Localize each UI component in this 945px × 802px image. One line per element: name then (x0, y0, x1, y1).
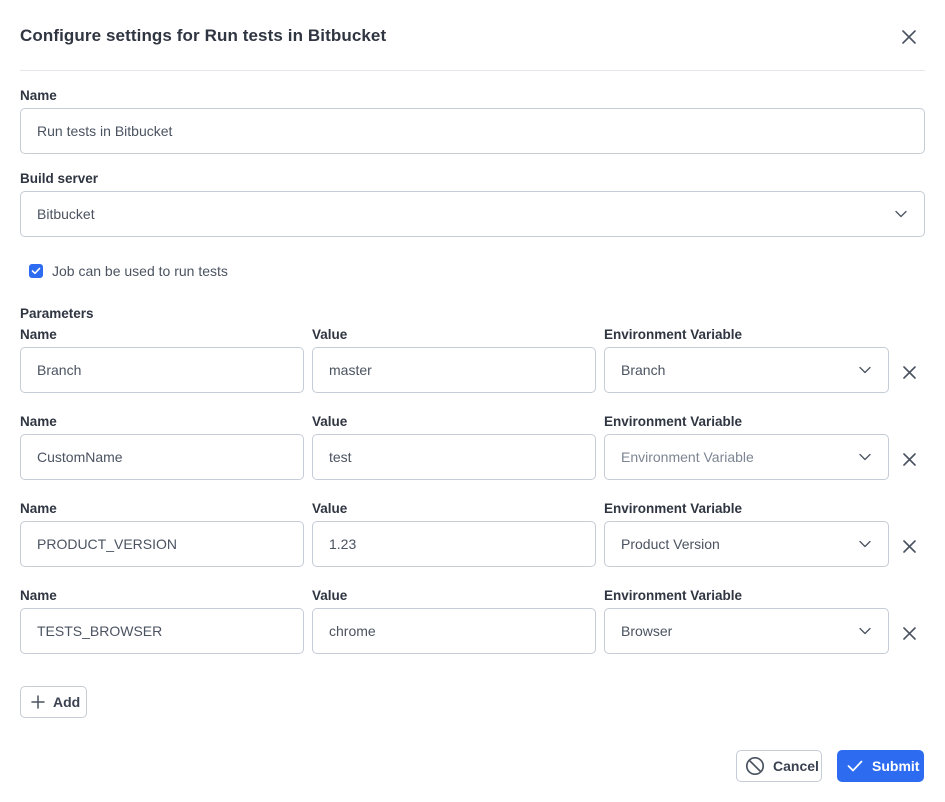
param-value-value: chrome (329, 623, 376, 639)
param-name-label: Name (20, 327, 57, 342)
param-env-select[interactable]: Browser (604, 608, 889, 654)
parameters-heading: Parameters (20, 306, 94, 321)
dialog-title: Configure settings for Run tests in Bitb… (20, 26, 387, 45)
build-server-value: Bitbucket (37, 206, 95, 222)
param-env-label: Environment Variable (604, 588, 743, 603)
submit-label: Submit (872, 758, 920, 774)
param-name-input[interactable]: TESTS_BROWSER (20, 608, 304, 654)
param-value-value: test (329, 449, 352, 465)
param-env-label: Environment Variable (604, 327, 743, 342)
configure-settings-dialog: Configure settings for Run tests in Bitb… (0, 0, 945, 802)
param-name-value: PRODUCT_VERSION (37, 536, 178, 552)
header-divider (20, 70, 925, 71)
remove-parameter-button[interactable] (899, 362, 919, 382)
close-button[interactable] (899, 27, 919, 47)
param-value-label: Value (312, 327, 348, 342)
param-name-input[interactable]: Branch (20, 347, 304, 393)
chevron-down-icon (894, 207, 908, 221)
param-env-select[interactable]: Branch (604, 347, 889, 393)
name-label: Name (20, 88, 57, 103)
param-value-input[interactable]: test (312, 434, 596, 480)
run-tests-checkbox[interactable] (29, 264, 43, 278)
param-value-label: Value (312, 414, 348, 429)
close-icon (902, 539, 916, 553)
param-name-label: Name (20, 414, 57, 429)
close-icon (902, 626, 916, 640)
cancel-icon (745, 756, 765, 776)
param-env-label: Environment Variable (604, 414, 743, 429)
chevron-down-icon (858, 537, 872, 551)
build-server-label: Build server (20, 171, 99, 186)
add-parameter-button[interactable]: Add (20, 686, 87, 718)
cancel-button[interactable]: Cancel (736, 750, 822, 782)
close-icon (902, 365, 916, 379)
name-input[interactable]: Run tests in Bitbucket (20, 108, 925, 154)
param-name-label: Name (20, 588, 57, 603)
param-name-input[interactable]: CustomName (20, 434, 304, 480)
param-name-value: TESTS_BROWSER (37, 623, 163, 639)
param-value-value: 1.23 (329, 536, 357, 552)
cancel-label: Cancel (773, 758, 819, 774)
param-name-input[interactable]: PRODUCT_VERSION (20, 521, 304, 567)
chevron-down-icon (858, 363, 872, 377)
checkmark-icon (31, 267, 41, 275)
param-value-value: master (329, 362, 372, 378)
run-tests-checkbox-row[interactable]: Job can be used to run tests (29, 263, 228, 279)
plus-icon (31, 695, 45, 709)
submit-button[interactable]: Submit (837, 750, 924, 782)
param-env-value: Browser (621, 623, 673, 639)
close-icon (902, 30, 916, 44)
param-name-value: CustomName (37, 449, 123, 465)
param-env-select[interactable]: Product Version (604, 521, 889, 567)
run-tests-checkbox-label: Job can be used to run tests (52, 263, 228, 279)
param-env-value: Product Version (621, 536, 720, 552)
remove-parameter-button[interactable] (899, 449, 919, 469)
param-name-label: Name (20, 501, 57, 516)
param-value-input[interactable]: chrome (312, 608, 596, 654)
name-input-value: Run tests in Bitbucket (37, 123, 173, 139)
close-icon (902, 452, 916, 466)
param-name-value: Branch (37, 362, 82, 378)
param-env-label: Environment Variable (604, 501, 743, 516)
param-env-value: Branch (621, 362, 666, 378)
param-value-label: Value (312, 501, 348, 516)
param-env-select[interactable]: Environment Variable (604, 434, 889, 480)
add-label: Add (53, 694, 81, 710)
param-value-label: Value (312, 588, 348, 603)
chevron-down-icon (858, 450, 872, 464)
param-env-value: Environment Variable (621, 449, 754, 465)
remove-parameter-button[interactable] (899, 536, 919, 556)
remove-parameter-button[interactable] (899, 623, 919, 643)
chevron-down-icon (858, 624, 872, 638)
build-server-select[interactable]: Bitbucket (20, 191, 925, 237)
param-value-input[interactable]: 1.23 (312, 521, 596, 567)
check-icon (847, 760, 863, 772)
param-value-input[interactable]: master (312, 347, 596, 393)
